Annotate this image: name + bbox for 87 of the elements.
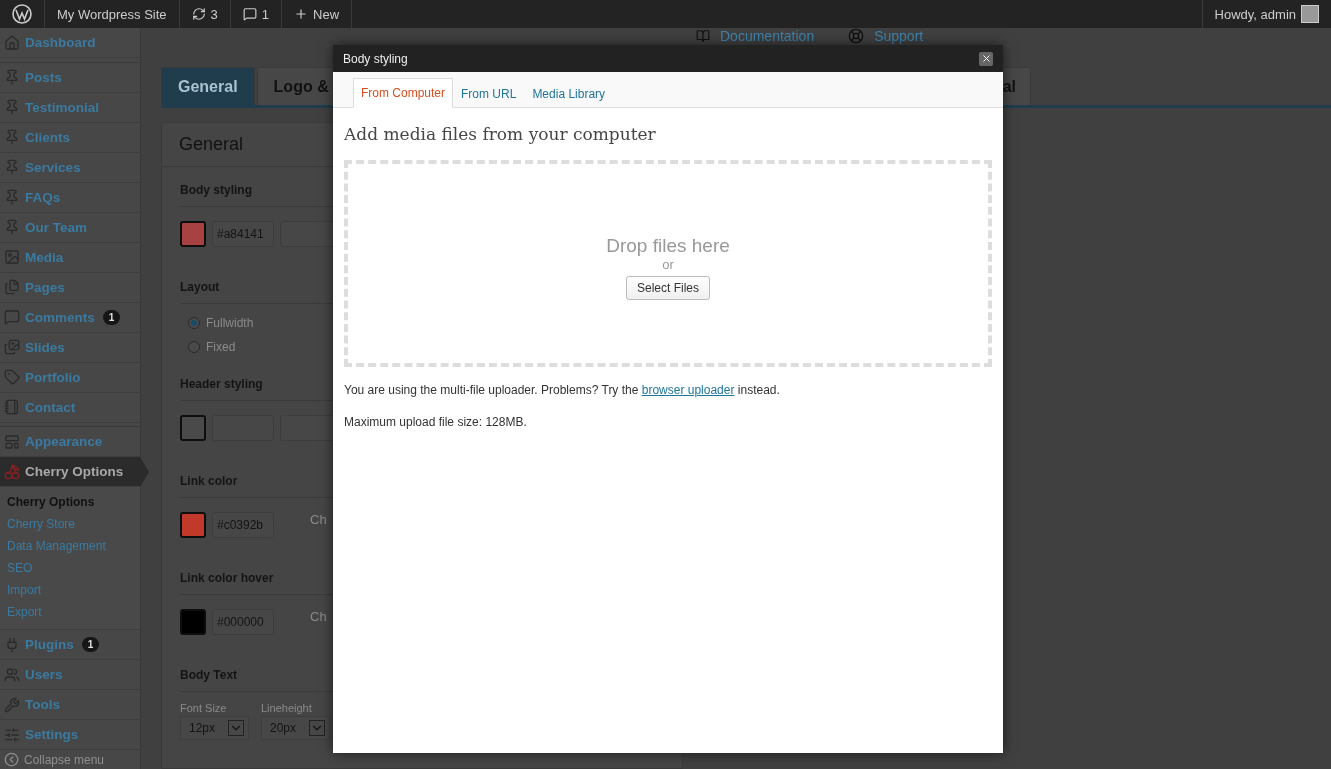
pin-icon [4,69,20,86]
speech-bubble-icon [242,7,257,21]
menu-item[interactable]: Media [0,242,140,273]
menu-item[interactable]: Slides [0,332,140,363]
house-icon [4,34,20,51]
field-note: Ch [310,512,327,527]
radio-button[interactable] [188,341,200,353]
menu-item[interactable]: Pages [0,272,140,303]
lifebuoy-icon [848,28,865,44]
or-text: or [662,257,674,272]
users-icon [4,666,20,683]
cherry-icon [4,463,20,480]
close-icon [980,53,992,64]
submenu-item[interactable]: Export [0,601,140,624]
count-badge: 1 [102,309,121,325]
header-link[interactable]: Support [848,28,924,44]
tab[interactable]: General [161,67,255,105]
speech-bubble-icon [4,309,20,326]
max-size-note: Maximum upload file size: 128MB. [344,415,528,429]
pin-icon [4,129,20,146]
tag-icon [4,369,20,386]
caret-icon [228,720,244,736]
new-link[interactable]: New [282,0,353,28]
pin-icon [4,99,20,116]
menu-item[interactable]: Users [0,660,140,691]
drop-zone[interactable]: Drop files here or Select Files [344,160,992,367]
pin-icon [4,189,20,206]
menu-item[interactable]: Comments 1 [0,302,140,333]
radio-label: Fixed [206,340,236,354]
layout-icon [4,433,20,450]
pages-icon [4,279,20,296]
color-swatch[interactable] [180,415,206,441]
submenu-item[interactable]: Cherry Store [0,513,140,536]
menu-item[interactable]: Clients [0,122,140,153]
pin-icon [4,219,20,236]
logo-icon [12,4,32,24]
caret-icon [309,720,325,736]
dialog-title: Body styling [343,51,408,66]
menu-item[interactable]: Posts [0,62,140,93]
submenu-item[interactable]: Data Management [0,535,140,558]
radio-button[interactable] [188,317,200,329]
dialog-heading: Add media files from your computer [344,124,657,144]
menu-item[interactable]: FAQs [0,182,140,213]
menu-item[interactable]: Testimonial [0,92,140,123]
menu-item[interactable]: Our Team [0,212,140,243]
refresh-icon [191,7,206,21]
menu-item[interactable]: Dashboard [0,28,140,58]
select-files-button[interactable]: Select Files [626,276,710,300]
chevron-left-icon [4,752,19,768]
sliders-icon [4,726,20,743]
notebook-icon [4,399,20,416]
select-label: Lineheight [261,702,313,714]
menu-item[interactable]: Contact [0,392,140,423]
tab[interactable]: Media Library [524,79,614,108]
menu-item[interactable]: Portfolio [0,362,140,393]
header-link[interactable]: Documentation [696,28,815,44]
color-swatch[interactable] [180,512,206,538]
submenu-item[interactable]: Cherry Options [0,491,140,514]
menu-item[interactable]: Cherry Options [0,457,140,488]
field-note: Ch [310,609,327,624]
plug-icon [4,636,20,653]
color-swatch[interactable] [180,609,206,635]
menu-item[interactable]: Settings [0,720,140,751]
submenu-item[interactable]: Import [0,579,140,602]
tab[interactable]: From URL [453,79,525,108]
avatar [1301,5,1319,23]
radio-label: Fullwidth [206,316,254,330]
menu-item[interactable]: Services [0,152,140,183]
images-icon [4,339,20,356]
submenu-item[interactable]: SEO [0,557,140,580]
drop-text: Drop files here [606,235,730,257]
close-button[interactable] [979,51,993,66]
tab[interactable]: From Computer [353,78,454,108]
pin-icon [4,159,20,176]
wrench-icon [4,696,20,713]
updates-link[interactable]: 3 [179,0,231,28]
count-badge: 1 [81,637,100,653]
plus-icon [294,7,309,21]
account-menu[interactable]: Howdy, admin [1201,0,1331,28]
comments-link[interactable]: 1 [230,0,283,28]
book-icon [696,29,710,43]
select-label: Font Size [180,702,228,714]
color-swatch[interactable] [180,221,206,247]
menu-item[interactable]: Tools [0,690,140,721]
menu-item[interactable]: Plugins 1 [0,630,140,661]
image-icon [4,249,20,266]
collapse-menu-button[interactable]: Collapse menu [0,750,140,769]
